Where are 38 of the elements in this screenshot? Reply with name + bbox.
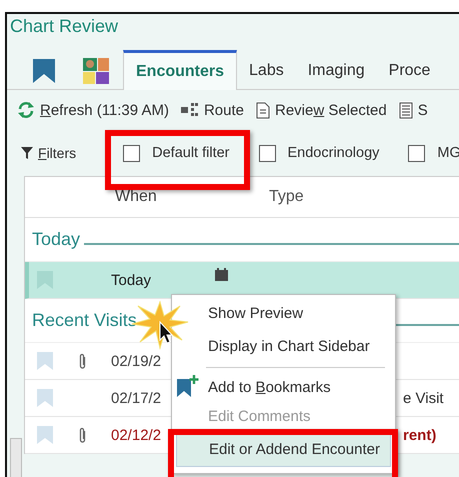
group-heading: Today — [32, 229, 80, 250]
checkbox[interactable] — [123, 144, 140, 162]
calendar-icon — [215, 268, 228, 280]
menu-item[interactable]: Show Preview — [172, 297, 395, 330]
window-title: Chart Review — [9, 15, 120, 38]
add-bookmark-icon — [177, 375, 199, 397]
date-cell-text: Today — [111, 272, 152, 288]
date-cell-text: 02/12/2 — [111, 426, 162, 444]
tab[interactable]: Imaging — [296, 53, 377, 89]
tab[interactable]: Labs — [237, 53, 296, 89]
filter-checkbox[interactable]: Endocrinology — [258, 144, 380, 162]
patient-photo-icon — [83, 58, 109, 84]
menu-item[interactable]: Display in Chart Sidebar — [172, 330, 395, 363]
refresh-icon — [17, 101, 35, 119]
filter-icon — [21, 147, 33, 159]
column-header[interactable]: Type — [269, 188, 304, 206]
group-heading: Recent Visits — [32, 310, 137, 331]
bookmark-icon — [33, 59, 55, 83]
menu-item[interactable]: Add to Bookmarks — [172, 371, 395, 404]
column-header[interactable]: When — [115, 188, 269, 206]
date-cell-text: 02/19/2 — [111, 352, 162, 370]
checkbox[interactable] — [408, 144, 426, 162]
toolbar-button[interactable]: Review Selected — [256, 102, 387, 118]
list-icon — [398, 102, 413, 118]
document-icon — [256, 102, 270, 118]
filters-button[interactable]: Filters — [21, 145, 76, 161]
type-cell: e Visit — [403, 390, 444, 406]
route-icon — [180, 103, 199, 117]
encounter-row[interactable]: Today — [25, 262, 459, 299]
type-cell: rent) — [403, 426, 436, 444]
tab[interactable]: Proce — [376, 53, 442, 89]
checkbox[interactable] — [258, 144, 276, 162]
toolbar-button[interactable]: Refresh (11:39 AM) — [17, 101, 169, 119]
toolbar-button[interactable]: S — [398, 102, 428, 118]
date-cell-text: 02/17/2 — [111, 390, 162, 406]
tab[interactable]: Encounters — [123, 50, 238, 90]
scrollbar[interactable] — [10, 438, 22, 477]
toolbar-button[interactable]: Route — [180, 102, 244, 118]
